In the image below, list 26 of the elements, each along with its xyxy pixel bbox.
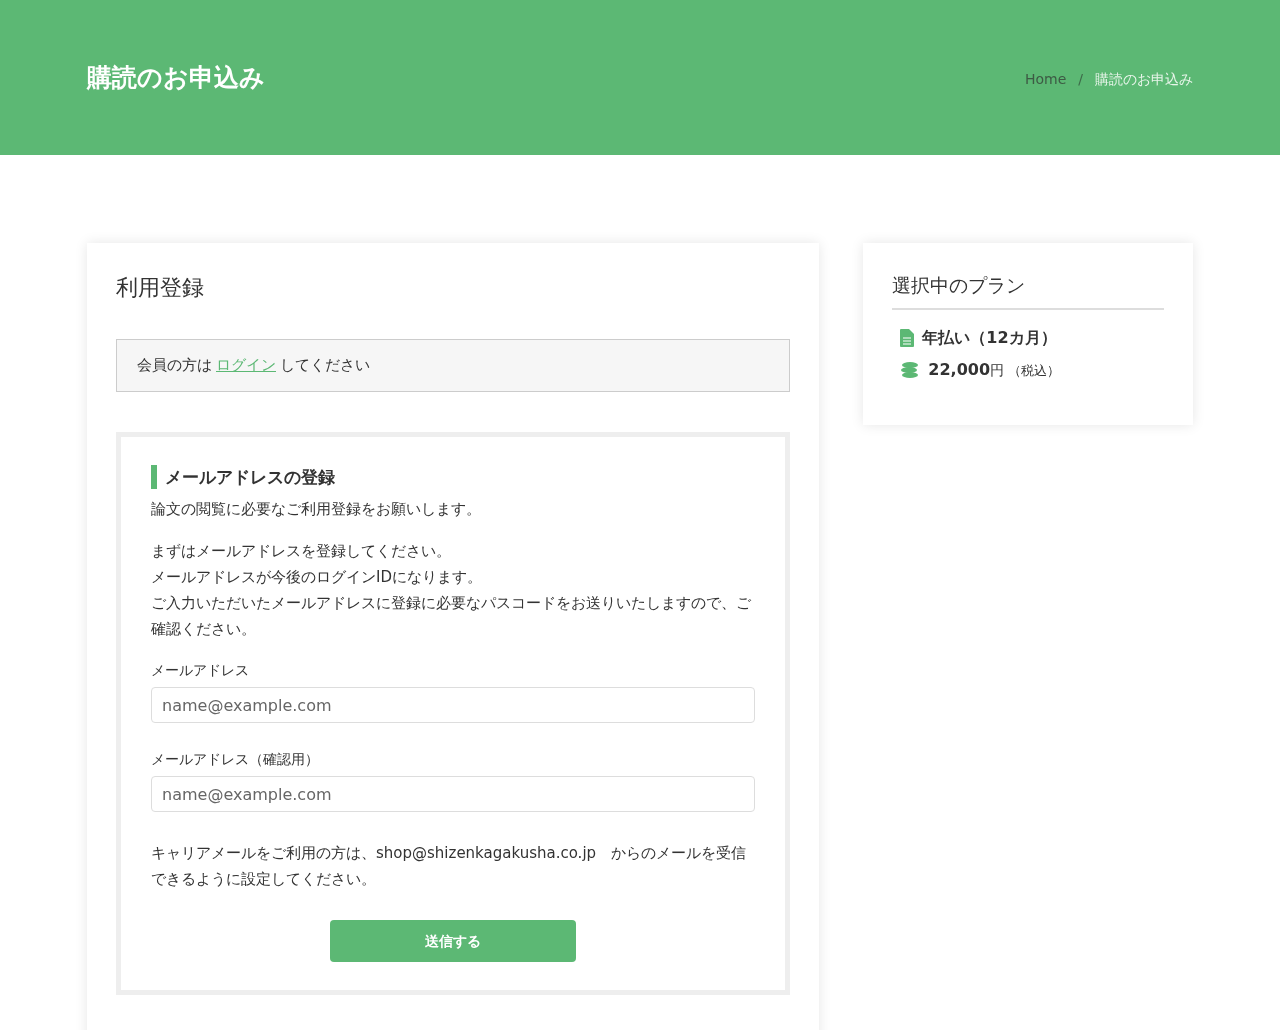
- description-text: まずはメールアドレスを登録してください。: [151, 541, 452, 562]
- field-label: メールアドレス: [151, 661, 250, 680]
- breadcrumb-link[interactable]: Home: [1024, 69, 1067, 90]
- plan-card-title: 選択中のプラン: [892, 271, 1164, 310]
- submit-button[interactable]: 送信する: [330, 920, 577, 962]
- breadcrumb-link[interactable]: 購読のお申込み: [1095, 69, 1193, 90]
- currency-label: 円: [990, 360, 1005, 380]
- lead-text: 論文の閲覧に必要なご利用登録をお願いします。: [151, 499, 482, 520]
- notice-text: 会員の方は: [137, 355, 212, 377]
- page-title: 購読のお申込み: [87, 61, 265, 94]
- email-input[interactable]: name@example.com: [151, 687, 756, 723]
- card-title: 利用登録: [116, 274, 205, 302]
- field-label: メールアドレス（確認用）: [151, 750, 320, 769]
- plan-price: 22,000: [928, 358, 991, 381]
- notice-text: してください: [280, 355, 370, 377]
- coins-icon: [900, 360, 921, 379]
- email-input[interactable]: name@example.com: [151, 776, 756, 812]
- plan-name: 年払い（12カ月）: [922, 326, 1057, 349]
- description-text: ご入力いただいたメールアドレスに登録に必要なパスコードをお送りいたしますので、ご確認ください。: [151, 593, 752, 640]
- breadcrumb-separator: /: [1078, 70, 1083, 89]
- carrier-note: キャリアメールをご利用の方は、shop@shizenkagakusha.co.jp からのメールを受信できるように設定してください。: [151, 843, 748, 890]
- login-link[interactable]: ログイン: [216, 354, 276, 377]
- document-icon: [900, 328, 915, 347]
- tax-note: （税込）: [1008, 361, 1061, 380]
- section-heading: メールアドレスの登録: [151, 465, 756, 489]
- description-text: メールアドレスが今後のログインIDになります。: [151, 567, 483, 588]
